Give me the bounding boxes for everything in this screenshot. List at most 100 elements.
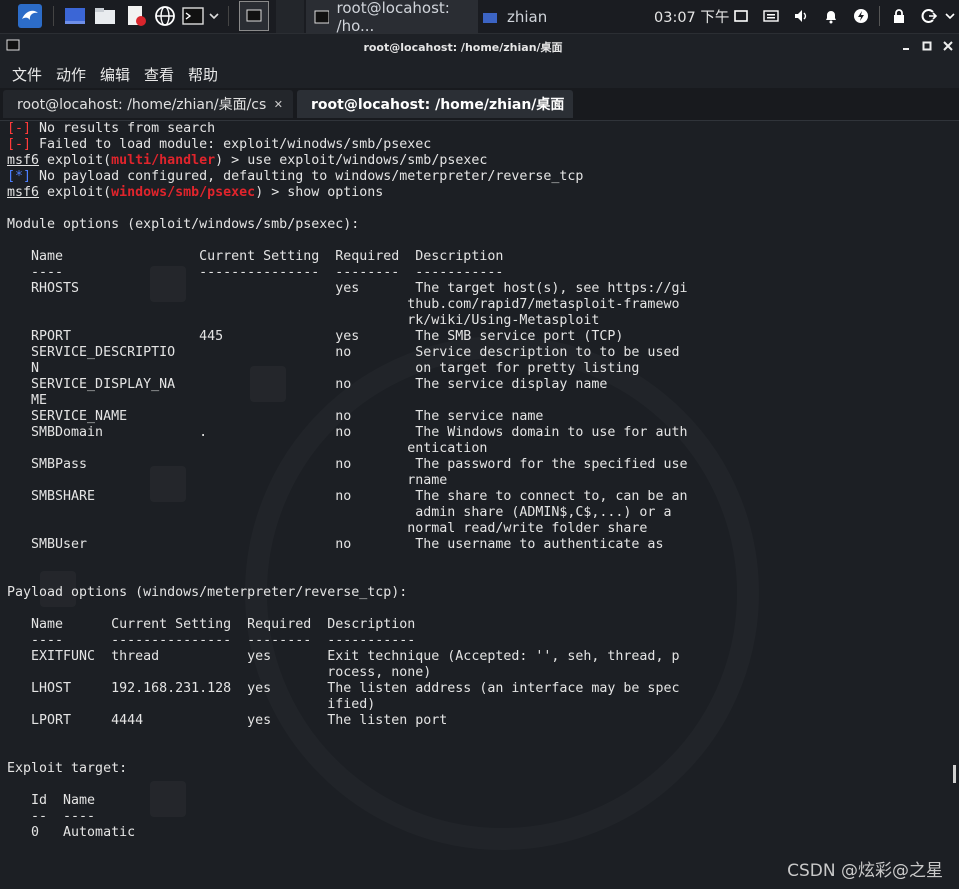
terminal-line: SMBSHARE no The share to connect to, can…	[7, 489, 687, 505]
terminal-line: rocess, none)	[7, 665, 687, 681]
workspace-1-button[interactable]	[239, 1, 269, 31]
keyboard-icon[interactable]	[763, 8, 779, 24]
terminal-line-segment: LPORT 4444 yes The listen port	[7, 713, 448, 728]
terminal-line-segment: RHOSTS yes The target host(s), see https…	[7, 281, 688, 296]
terminal-line: Exploit target:	[7, 761, 687, 777]
top-panel: root@locahost: /ho... zhian 03:07 下午	[0, 0, 959, 35]
terminal-line: RPORT 445 yes The SMB service port (TCP)	[7, 329, 687, 345]
tab-label: root@locahost: /home/zhian/桌面	[311, 97, 565, 113]
menu-view[interactable]: 查看	[144, 64, 174, 85]
terminal-line-segment: ---- --------------- -------- ----------…	[7, 265, 504, 280]
chevron-down-icon[interactable]	[944, 8, 956, 24]
notification-bell-icon[interactable]	[823, 8, 839, 24]
terminal-text: [-] No results from search [-] Failed to …	[7, 121, 687, 841]
minimize-icon[interactable]	[901, 41, 911, 51]
terminal-line: SMBUser no The username to authenticate …	[7, 537, 687, 553]
menu-actions[interactable]: 动作	[56, 64, 86, 85]
maximize-icon[interactable]	[922, 41, 932, 51]
terminal-line-segment: exploit(	[39, 153, 112, 168]
terminal-line: ified)	[7, 697, 687, 713]
terminal-line-segment: Payload options (windows/meterpreter/rev…	[7, 585, 408, 600]
terminal-line-segment: ME	[7, 393, 48, 408]
terminal-line: SERVICE_DISPLAY_NA no The service displa…	[7, 377, 687, 393]
terminal-line-segment: msf6	[7, 153, 40, 168]
kali-menu-icon[interactable]	[18, 4, 42, 28]
tab-close-icon[interactable]: ✕	[274, 98, 283, 111]
window-title: root@locahost: /home/zhian/桌面	[363, 41, 563, 54]
folder-icon	[483, 12, 497, 23]
terminal-line-segment: admin share (ADMIN$,C$,...) or a	[7, 505, 672, 520]
terminal-line-segment: SERVICE_DESCRIPTIO no Service descriptio…	[7, 345, 680, 360]
terminal-line-segment: entication	[7, 441, 488, 456]
terminal-line-segment: No payload configured, defaulting to win…	[31, 169, 584, 184]
text-editor-icon[interactable]	[125, 5, 147, 27]
show-desktop-icon[interactable]	[64, 5, 86, 27]
close-icon[interactable]	[943, 41, 953, 51]
tab-cs[interactable]: root@locahost: /home/zhian/桌面/cs ✕	[3, 90, 293, 118]
terminal-line: thub.com/rapid7/metasploit-framewo	[7, 297, 687, 313]
terminal-line: SMBPass no The password for the specifie…	[7, 457, 687, 473]
menu-file[interactable]: 文件	[12, 64, 42, 85]
menu-help[interactable]: 帮助	[188, 64, 218, 85]
terminal-line: -- ----	[7, 809, 687, 825]
terminal-line-segment: msf6	[7, 185, 40, 200]
window-list-icon[interactable]	[733, 8, 749, 24]
lock-icon[interactable]	[891, 8, 907, 24]
chevron-down-icon[interactable]	[208, 8, 220, 22]
terminal-line-segment: ) > show options	[255, 185, 384, 200]
volume-icon[interactable]	[793, 8, 809, 24]
taskbar-item-label: zhian	[507, 7, 548, 26]
power-manager-icon[interactable]	[853, 8, 869, 24]
terminal-line-segment: multi/handler	[111, 153, 216, 168]
web-browser-icon[interactable]	[154, 5, 176, 27]
terminal-line: normal read/write folder share	[7, 521, 687, 537]
terminal-line: entication	[7, 441, 687, 457]
terminal-line-segment: Id Name	[7, 793, 96, 808]
taskbar-item-zhian[interactable]: zhian	[480, 0, 590, 33]
terminal-output[interactable]: [-] No results from search [-] Failed to …	[0, 121, 959, 889]
menu-bar: 文件 动作 编辑 查看 帮助	[0, 58, 959, 88]
terminal-launcher-icon[interactable]	[182, 5, 204, 27]
terminal-line: SMBDomain . no The Windows domain to use…	[7, 425, 687, 441]
terminal-line-segment: Name Current Setting Required Descriptio…	[7, 249, 504, 264]
clock[interactable]: 03:07 下午	[654, 0, 729, 33]
panel-separator	[53, 6, 54, 26]
menu-edit[interactable]: 编辑	[100, 64, 130, 85]
terminal-icon	[314, 10, 329, 23]
terminal-line-segment: Name Current Setting Required Descriptio…	[7, 617, 416, 632]
workspace-2-button[interactable]	[276, 0, 304, 33]
terminal-line: SERVICE_NAME no The service name	[7, 409, 687, 425]
window-titlebar[interactable]: root@locahost: /home/zhian/桌面	[0, 34, 959, 58]
terminal-line: SERVICE_DESCRIPTIO no Service descriptio…	[7, 345, 687, 361]
taskbar-item-label: root@locahost: /ho...	[336, 0, 450, 35]
tab-close-icon[interactable]: ✕	[554, 98, 563, 111]
panel-separator	[228, 6, 229, 26]
terminal-line: rk/wiki/Using-Metasploit	[7, 313, 687, 329]
terminal-line-segment: ---- --------------- -------- ----------…	[7, 633, 416, 648]
terminal-line-segment: 0 Automatic	[7, 825, 136, 840]
terminal-line: 0 Automatic	[7, 825, 687, 841]
tab-bar: root@locahost: /home/zhian/桌面/cs ✕ root@…	[0, 88, 959, 121]
taskbar-item-terminal[interactable]: root@locahost: /ho...	[306, 0, 478, 35]
terminal-line-segment: SERVICE_DISPLAY_NA no The service displa…	[7, 377, 608, 392]
file-manager-icon[interactable]	[94, 5, 116, 27]
logout-icon[interactable]	[921, 8, 938, 24]
scrollbar-thumb[interactable]	[953, 765, 956, 783]
terminal-line-segment: exploit(	[39, 185, 112, 200]
terminal-line: [*] No payload configured, defaulting to…	[7, 169, 687, 185]
terminal-line-segment: LHOST 192.168.231.128 yes The listen add…	[7, 681, 680, 696]
terminal-line-segment: normal read/write folder share	[7, 521, 648, 536]
terminal-line-segment: EXITFUNC thread yes Exit technique (Acce…	[7, 649, 680, 664]
terminal-line-segment: rocess, none)	[7, 665, 432, 680]
terminal-line: LHOST 192.168.231.128 yes The listen add…	[7, 681, 687, 697]
terminal-line-segment: windows/smb/psexec	[111, 185, 256, 200]
terminal-line-segment: Module options (exploit/windows/smb/psex…	[7, 217, 360, 232]
terminal-line: Module options (exploit/windows/smb/psex…	[7, 217, 687, 233]
terminal-line-segment: SMBDomain . no The Windows domain to use…	[7, 425, 688, 440]
terminal-line: rname	[7, 473, 687, 489]
tab-desktop[interactable]: root@locahost: /home/zhian/桌面 ✕	[297, 90, 573, 118]
